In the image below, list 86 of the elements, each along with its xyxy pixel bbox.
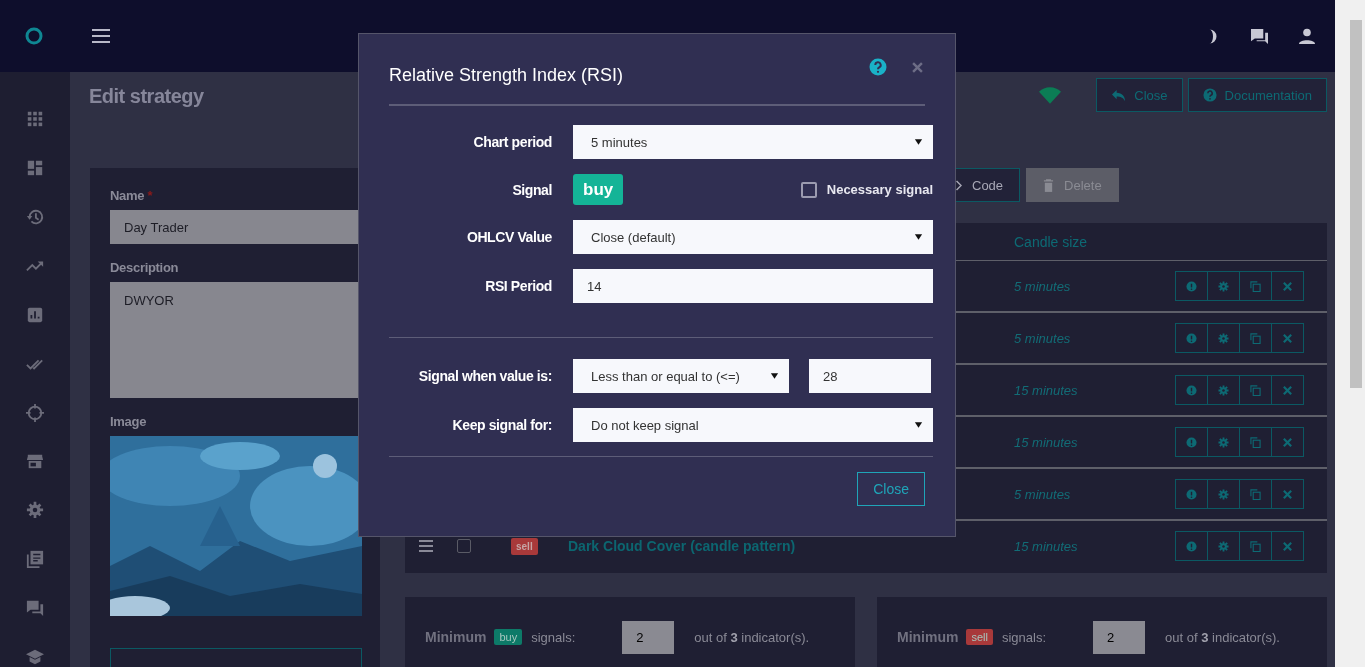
field-label: RSI Period [484, 278, 552, 294]
info-icon [1186, 436, 1197, 448]
menu-icon[interactable] [92, 29, 110, 43]
select-field[interactable]: Close (default) [573, 220, 933, 254]
field-label: Chart period [472, 134, 552, 150]
row-checkbox[interactable] [457, 539, 471, 553]
user-icon[interactable] [1299, 28, 1315, 44]
crosshair-icon[interactable] [26, 402, 44, 423]
close-icon [1282, 384, 1293, 396]
copy-icon [1250, 436, 1261, 448]
candle-size: 15 minutes [1014, 434, 1079, 450]
chat-icon[interactable] [1250, 27, 1269, 45]
signal-badge: buy [494, 629, 523, 645]
settings-icon [1218, 488, 1229, 500]
logo-icon [24, 26, 44, 46]
candle-size: 5 minutes [1014, 330, 1072, 346]
select-field[interactable]: Do not keep signal [573, 408, 933, 442]
copy-icon [1250, 280, 1261, 292]
column-header: Candle size [1014, 233, 1089, 250]
indicator-count: out of 3 indicator(s). [694, 629, 810, 645]
signals-label: signals: [531, 629, 576, 645]
field-label: OHLCV Value [465, 229, 552, 245]
minimum-field[interactable]: 2 [1093, 620, 1146, 654]
name-field[interactable]: Day Trader [110, 210, 360, 244]
help-icon[interactable] [869, 58, 887, 76]
page-title: Edit strategy [89, 84, 205, 108]
dialog-title: Relative Strength Index (RSI) [389, 65, 625, 86]
field-label: Signal [511, 181, 552, 198]
settings-icon [1218, 540, 1229, 552]
close-icon [1282, 540, 1293, 552]
indicator-count: out of 3 indicator(s). [1165, 629, 1280, 645]
checkbox[interactable] [800, 181, 817, 198]
close-icon [1282, 488, 1293, 500]
info-icon [1186, 280, 1197, 292]
input-field[interactable]: 28 [809, 359, 931, 393]
info-icon [1186, 332, 1197, 344]
input-field[interactable]: 14 [573, 269, 933, 303]
signals-label: signals: [1001, 629, 1047, 645]
description-label: Description [110, 260, 180, 275]
caret-icon [914, 138, 923, 146]
reply-icon [1111, 88, 1127, 102]
field-label: Signal when value is: [417, 368, 552, 384]
caret-icon [770, 372, 779, 380]
minimum-label: Minimum [425, 629, 487, 645]
info-icon [1186, 384, 1197, 396]
caret-icon [914, 421, 923, 429]
field-label: Keep signal for: [451, 417, 552, 433]
candle-size: 5 minutes [1014, 486, 1072, 502]
close-icon [1282, 436, 1293, 448]
info-icon [1186, 488, 1197, 500]
close-icon [1282, 332, 1293, 344]
select-field[interactable]: Less than or equal to (<=) [573, 359, 789, 393]
copy-icon [1250, 488, 1261, 500]
drag-handle-icon[interactable] [419, 540, 433, 552]
info-icon [1186, 540, 1197, 552]
signal-badge: buy [573, 174, 624, 205]
settings-icon [1218, 384, 1229, 396]
caret-icon [914, 233, 923, 241]
apps-icon[interactable] [26, 109, 44, 129]
candle-size: 15 minutes [1014, 382, 1079, 398]
signal-badge: sell [966, 629, 993, 645]
trash-icon [1043, 178, 1055, 192]
close-icon [1282, 280, 1293, 292]
wifi-icon [1039, 86, 1062, 104]
description-field[interactable]: DWYOR [110, 282, 360, 398]
settings-icon [1218, 436, 1229, 448]
settings-icon [1218, 280, 1229, 292]
help-icon [1202, 88, 1217, 102]
scrollbar[interactable] [1335, 0, 1365, 667]
close-icon [911, 61, 923, 73]
minimum-field[interactable]: 2 [622, 620, 675, 654]
candle-size: 5 minutes [1014, 278, 1072, 294]
copy-icon [1250, 384, 1261, 396]
image-label: Image [110, 414, 148, 429]
minimum-label: Minimum [897, 629, 959, 645]
name-label: Name * [110, 188, 154, 203]
news-icon[interactable] [26, 549, 44, 570]
candle-size: 15 minutes [1014, 538, 1079, 554]
settings-icon[interactable] [26, 500, 44, 521]
close-button[interactable]: Close [857, 472, 925, 506]
school-icon[interactable] [26, 647, 44, 667]
copy-icon [1250, 332, 1261, 344]
signal-badge: sell [511, 537, 538, 555]
copy-icon [1250, 540, 1261, 552]
settings-icon [1218, 332, 1229, 344]
select-field[interactable]: 5 minutes [573, 125, 933, 159]
